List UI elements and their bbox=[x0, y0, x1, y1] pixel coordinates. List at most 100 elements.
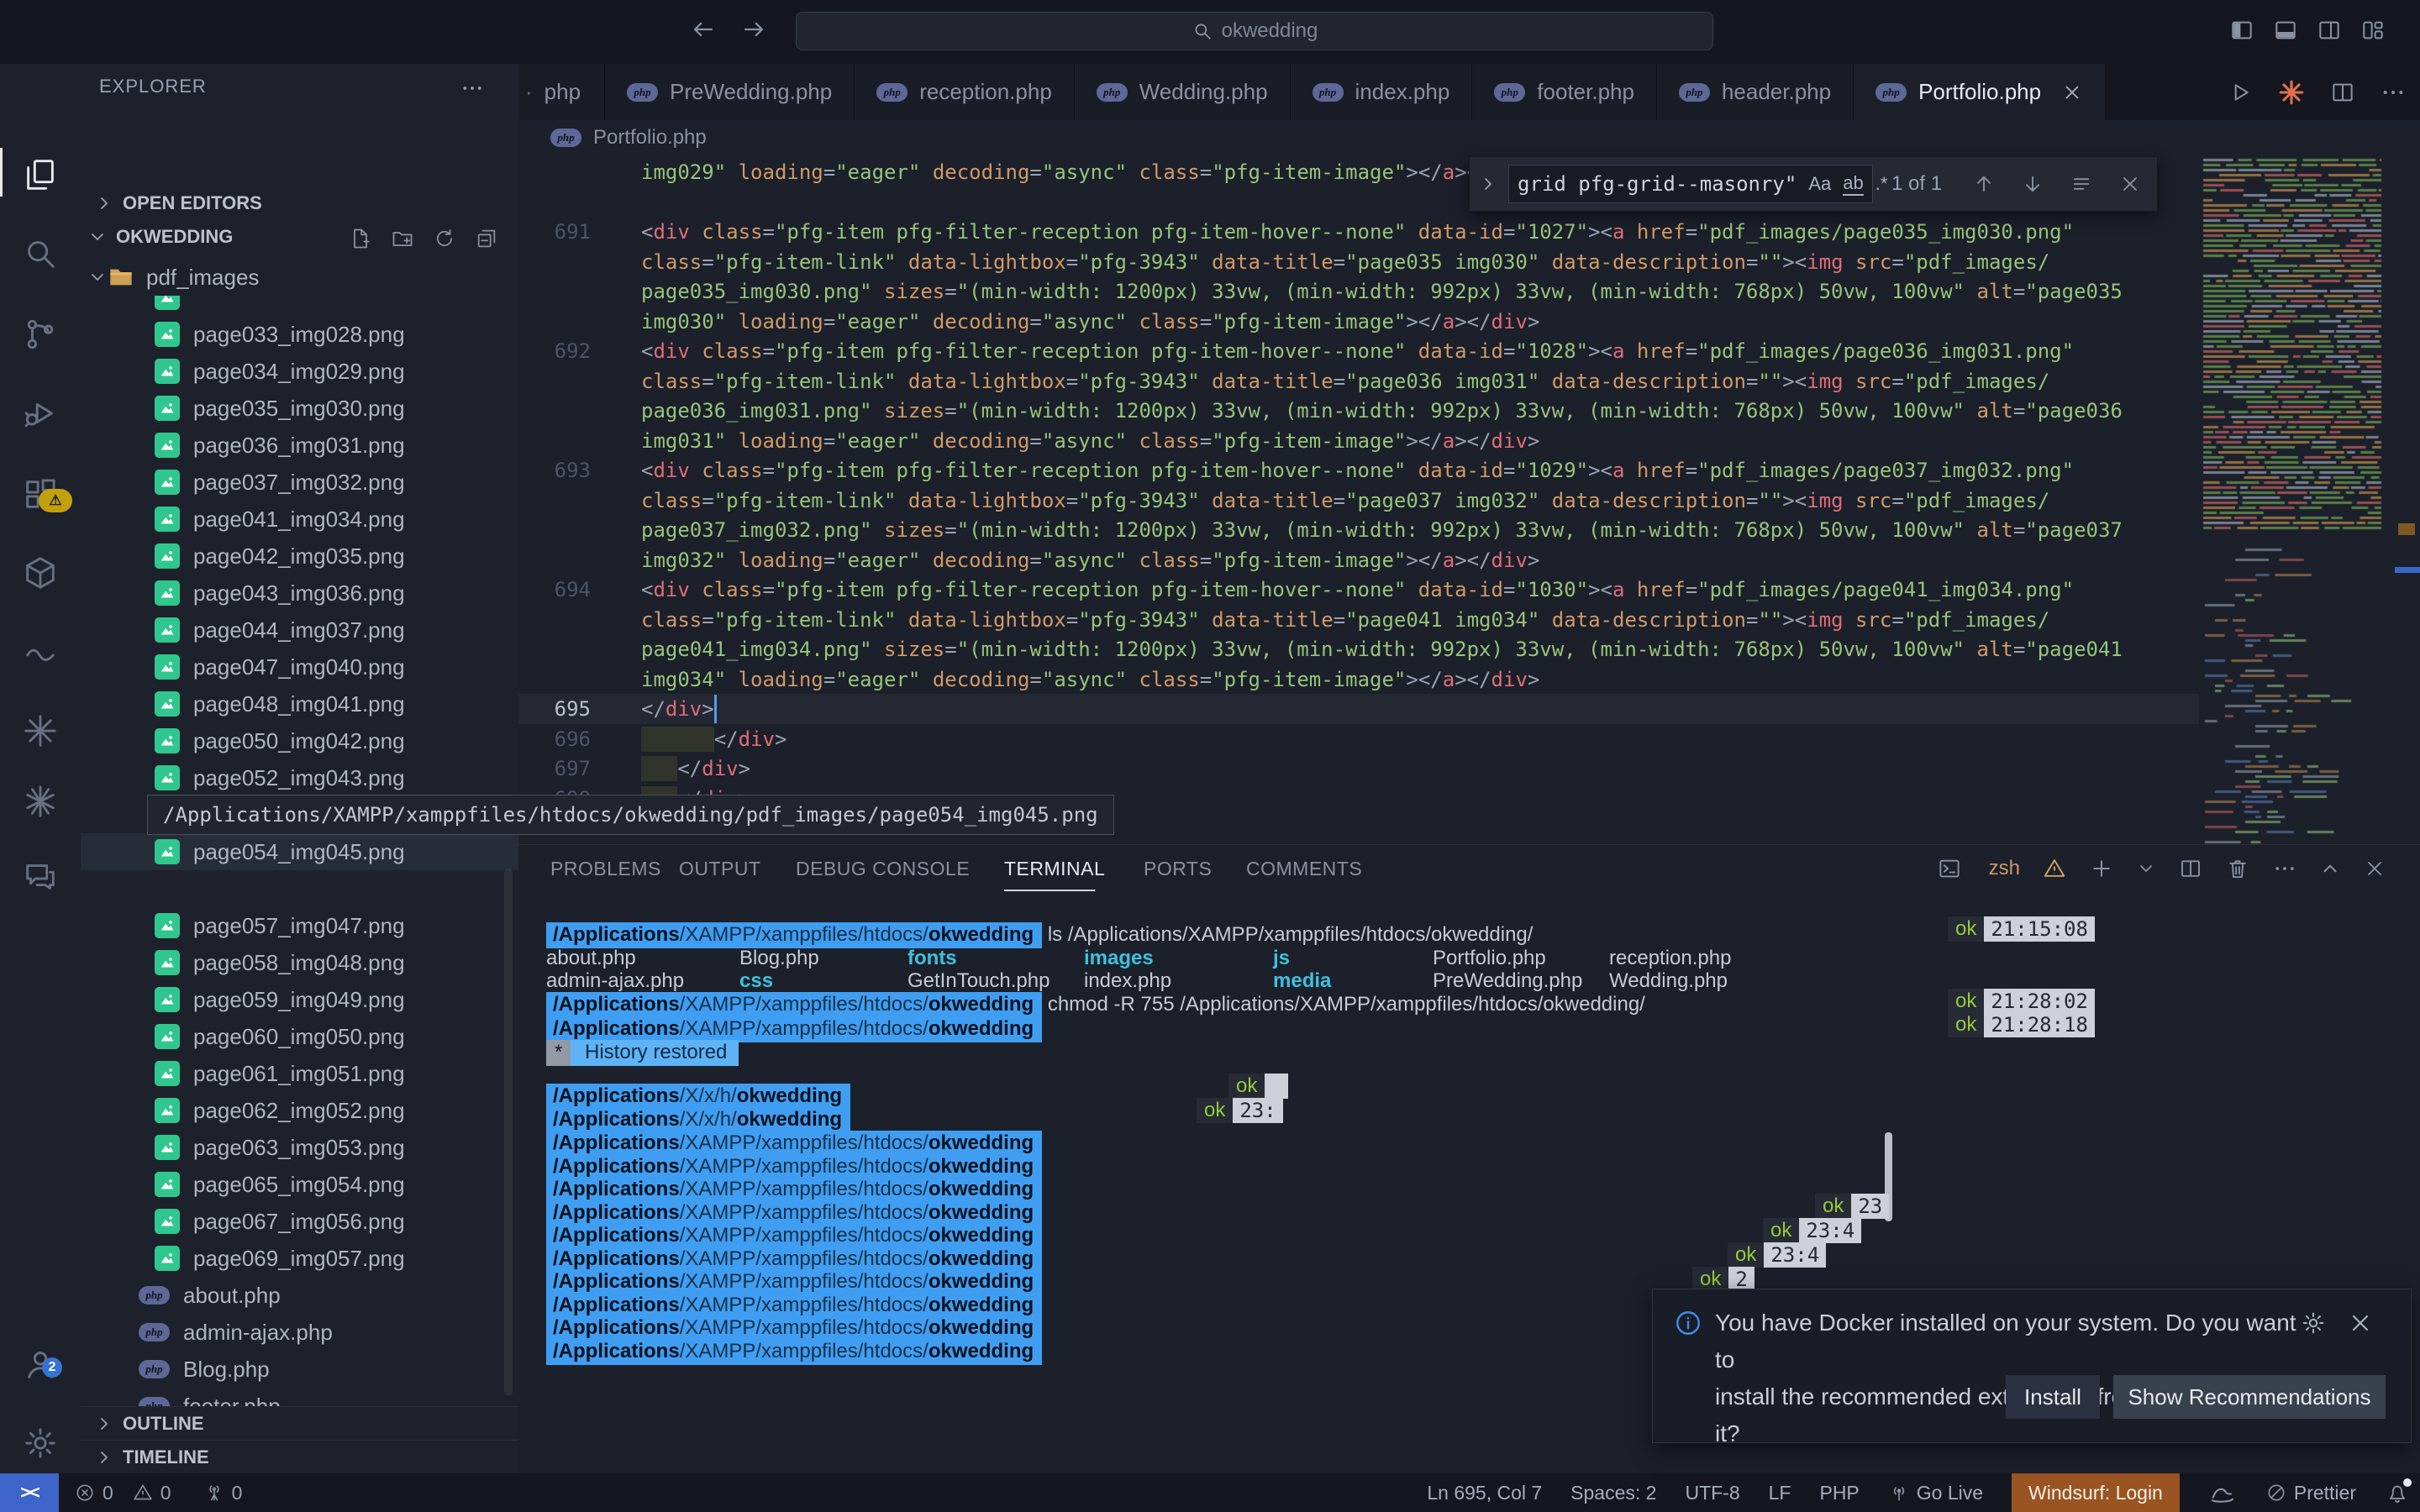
find-previous-icon[interactable] bbox=[1972, 172, 1996, 196]
match-case-toggle[interactable]: Aa bbox=[1808, 173, 1831, 195]
command-center-search[interactable]: okwedding bbox=[796, 12, 1713, 50]
toggle-secondary-sidebar-icon[interactable] bbox=[2316, 17, 2343, 44]
encoding[interactable]: UTF-8 bbox=[1685, 1473, 1739, 1512]
refresh-icon[interactable] bbox=[433, 227, 456, 250]
open-editors-section[interactable]: OPEN EDITORS bbox=[81, 186, 518, 220]
maximize-panel-icon[interactable] bbox=[2319, 858, 2341, 879]
new-folder-icon[interactable] bbox=[391, 227, 414, 250]
close-find-icon[interactable] bbox=[2118, 172, 2142, 196]
file-item[interactable]: page041_img034.png bbox=[81, 501, 518, 538]
file-item[interactable]: page060_img050.png bbox=[81, 1018, 518, 1055]
file-item[interactable]: page059_img049.png bbox=[81, 981, 518, 1018]
panel-tab-terminal[interactable]: TERMINAL bbox=[1004, 845, 1105, 892]
terminal-warning-icon[interactable] bbox=[2042, 856, 2067, 881]
editor-more-actions-icon[interactable] bbox=[2380, 79, 2407, 106]
new-file-icon[interactable] bbox=[349, 227, 372, 250]
starburst2-icon[interactable] bbox=[0, 771, 81, 832]
new-terminal-icon[interactable] bbox=[2089, 856, 2114, 881]
file-item[interactable]: page052_img043.png bbox=[81, 759, 518, 796]
accounts-icon[interactable]: 2 bbox=[0, 1334, 81, 1394]
file-item[interactable]: page069_img057.png bbox=[81, 1240, 518, 1277]
errors-icon[interactable] bbox=[74, 1482, 96, 1504]
sidebar-more-actions-icon[interactable] bbox=[460, 76, 485, 101]
find-input[interactable]: grid pfg-grid--masonry" Aa ab .* bbox=[1508, 165, 1873, 203]
eol-sequence[interactable]: LF bbox=[1769, 1473, 1791, 1512]
file-item[interactable]: phpadmin-ajax.php bbox=[81, 1314, 518, 1351]
tab-reception.php[interactable]: phpreception.php bbox=[855, 64, 1075, 120]
run-file-icon[interactable] bbox=[2227, 79, 2254, 106]
wave-icon[interactable] bbox=[0, 622, 81, 682]
file-item[interactable]: page033_img028.png bbox=[81, 316, 518, 353]
close-panel-icon[interactable] bbox=[2363, 857, 2386, 880]
file-item[interactable]: page035_img030.png bbox=[81, 390, 518, 427]
file-item[interactable]: page067_img056.png bbox=[81, 1203, 518, 1240]
file-item[interactable]: page047_img040.png bbox=[81, 648, 518, 685]
toggle-sidebar-icon[interactable] bbox=[2228, 17, 2255, 44]
file-item[interactable]: page048_img041.png bbox=[81, 685, 518, 722]
install-button[interactable]: Install bbox=[2006, 1375, 2100, 1419]
file-item[interactable]: page058_img048.png bbox=[81, 944, 518, 981]
panel-tab-comments[interactable]: COMMENTS bbox=[1246, 845, 1362, 892]
panel-tab-ports[interactable]: PORTS bbox=[1144, 845, 1212, 892]
nav-back-icon[interactable] bbox=[689, 15, 718, 44]
shell-name[interactable]: zsh bbox=[1989, 857, 2020, 880]
windsurf-login-button[interactable]: Windsurf: Login bbox=[2012, 1473, 2180, 1512]
remote-indicator[interactable]: >< bbox=[0, 1473, 59, 1512]
panel-more-actions-icon[interactable] bbox=[2272, 856, 2297, 881]
nav-forward-icon[interactable] bbox=[739, 15, 768, 44]
whole-word-toggle[interactable]: ab bbox=[1843, 172, 1863, 196]
timeline-section[interactable]: TIMELINE bbox=[81, 1440, 518, 1473]
box-icon[interactable] bbox=[0, 543, 81, 603]
kill-terminal-icon[interactable] bbox=[2225, 856, 2250, 881]
error-count[interactable]: 0 bbox=[103, 1482, 113, 1504]
panel-tab-debug-console[interactable]: DEBUG CONSOLE bbox=[796, 845, 970, 892]
warnings-icon[interactable] bbox=[132, 1482, 154, 1504]
tab-index.php[interactable]: phpindex.php bbox=[1291, 64, 1473, 120]
surf-icon[interactable] bbox=[2208, 1478, 2237, 1507]
tab-overflow[interactable]: ·php bbox=[518, 64, 605, 120]
prettier-status[interactable]: Prettier bbox=[2265, 1473, 2356, 1512]
find-query[interactable]: grid pfg-grid--masonry" bbox=[1518, 172, 1797, 196]
terminal-dropdown-icon[interactable] bbox=[2136, 858, 2156, 879]
settings-gear-icon[interactable] bbox=[0, 1413, 81, 1473]
notifications-bell-icon[interactable] bbox=[2385, 1480, 2410, 1505]
file-item[interactable]: page063_img053.png bbox=[81, 1129, 518, 1166]
code-area[interactable]: img029" loading="eager" decoding="async"… bbox=[518, 155, 2420, 844]
clipped-file-item[interactable] bbox=[81, 296, 518, 316]
customize-layout-icon[interactable] bbox=[2360, 17, 2386, 44]
file-item[interactable]: page044_img037.png bbox=[81, 612, 518, 648]
file-item[interactable]: page057_img047.png bbox=[81, 907, 518, 944]
panel-tab-problems[interactable]: PROBLEMS bbox=[550, 845, 661, 892]
notification-close-icon[interactable] bbox=[2347, 1310, 2374, 1336]
minimap[interactable] bbox=[2202, 155, 2395, 844]
file-item[interactable]: phpabout.php bbox=[81, 1277, 518, 1314]
windsurf-cascade-icon[interactable] bbox=[2277, 78, 2306, 107]
tab-Portfolio.php[interactable]: phpPortfolio.php bbox=[1854, 64, 2106, 123]
collapse-folders-icon[interactable] bbox=[475, 227, 498, 250]
tab-Wedding.php[interactable]: phpWedding.php bbox=[1075, 64, 1291, 120]
file-item[interactable]: page065_img054.png bbox=[81, 1166, 518, 1203]
warning-count[interactable]: 0 bbox=[160, 1482, 171, 1504]
folder-item[interactable]: pdf_images bbox=[81, 259, 518, 296]
toggle-panel-icon[interactable] bbox=[2272, 17, 2299, 44]
find-next-icon[interactable] bbox=[2021, 172, 2044, 196]
ports-icon[interactable] bbox=[203, 1482, 225, 1504]
file-item[interactable]: phpBlog.php bbox=[81, 1351, 518, 1388]
file-item[interactable]: page043_img036.png bbox=[81, 575, 518, 612]
files-icon[interactable] bbox=[0, 144, 81, 205]
file-item[interactable]: page034_img029.png bbox=[81, 353, 518, 390]
ports-count[interactable]: 0 bbox=[232, 1482, 243, 1504]
file-item[interactable]: page054_img045.png bbox=[81, 833, 518, 870]
search-icon[interactable] bbox=[0, 223, 81, 284]
source-control-icon[interactable] bbox=[0, 304, 81, 365]
indentation[interactable]: Spaces: 2 bbox=[1570, 1473, 1656, 1512]
show-recommendations-button[interactable]: Show Recommendations bbox=[2113, 1375, 2386, 1419]
go-live-button[interactable]: Go Live bbox=[1888, 1473, 1983, 1512]
find-in-selection-icon[interactable] bbox=[2070, 172, 2093, 196]
tab-footer.php[interactable]: phpfooter.php bbox=[1472, 64, 1657, 120]
tab-header.php[interactable]: phpheader.php bbox=[1657, 64, 1854, 120]
extensions-icon[interactable]: ⚠ bbox=[0, 464, 81, 524]
file-item[interactable]: page037_img032.png bbox=[81, 464, 518, 501]
run-debug-icon[interactable] bbox=[0, 383, 81, 444]
language-mode[interactable]: PHP bbox=[1819, 1473, 1859, 1512]
